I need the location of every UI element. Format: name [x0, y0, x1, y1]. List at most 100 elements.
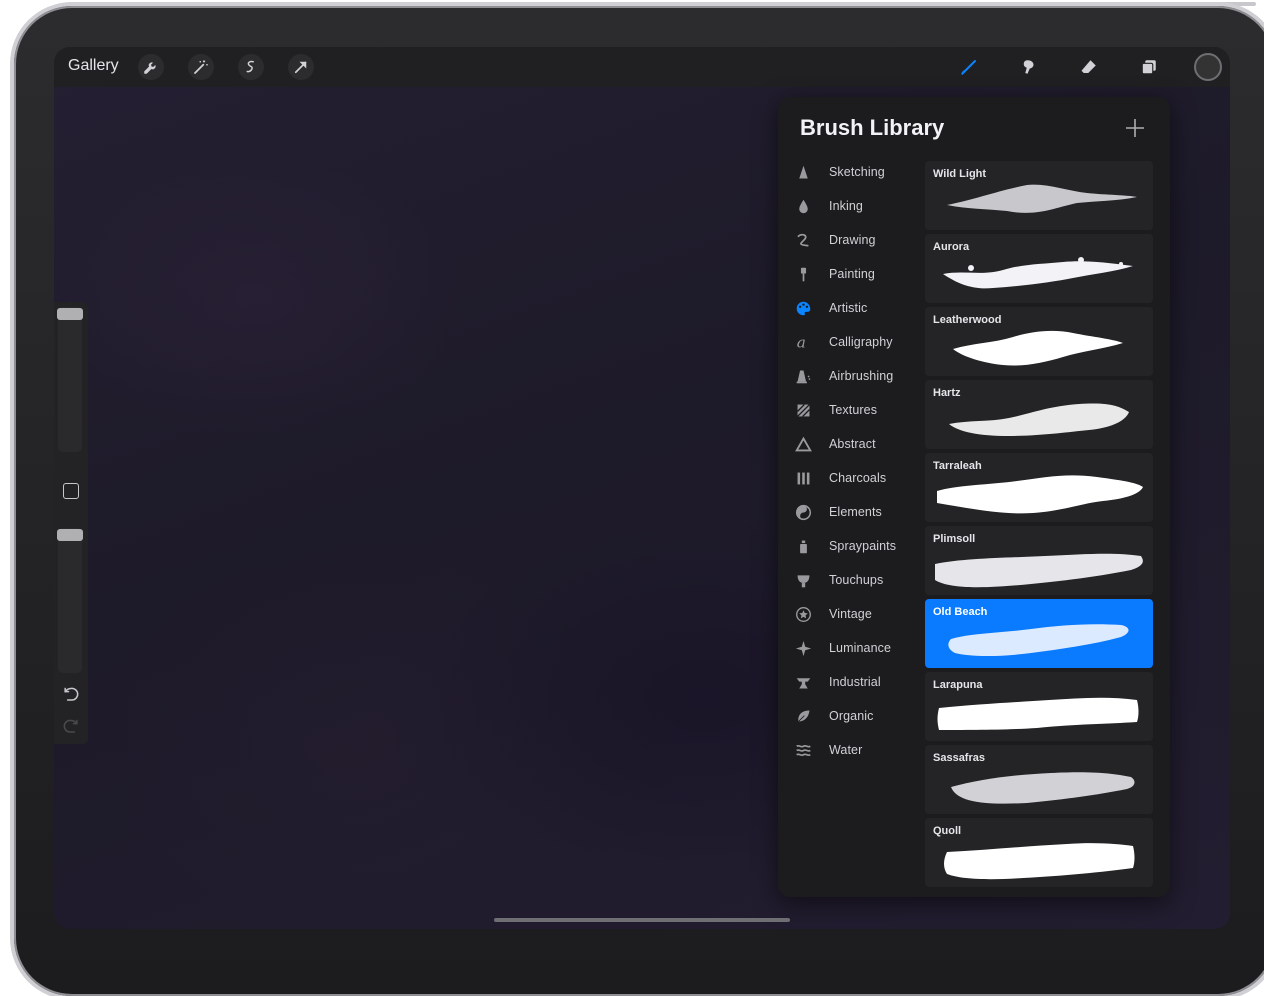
leaf-icon [794, 707, 812, 725]
brush-name: Old Beach [933, 606, 988, 618]
magic-wand-icon[interactable] [188, 54, 214, 80]
category-charcoals[interactable]: Charcoals [778, 463, 923, 493]
smudge-icon[interactable] [1016, 54, 1042, 80]
category-inking[interactable]: Inking [778, 191, 923, 221]
brush-stroke-preview [949, 403, 1129, 436]
add-brush-icon[interactable] [1124, 117, 1146, 139]
undo-icon[interactable] [61, 685, 81, 705]
category-elements[interactable]: Elements [778, 497, 923, 527]
gallery-button[interactable]: Gallery [68, 57, 119, 75]
brush-item-tarraleah[interactable]: Tarraleah [925, 453, 1153, 522]
modify-button[interactable] [63, 483, 79, 499]
pencil-tip-icon [794, 163, 812, 181]
squiggle-icon [794, 231, 812, 249]
brush-stroke-preview [943, 257, 1133, 289]
category-abstract[interactable]: Abstract [778, 429, 923, 459]
opacity-slider[interactable] [57, 528, 83, 673]
spray-can-icon [794, 537, 812, 555]
category-label: Artistic [829, 301, 868, 315]
brush-name: Tarraleah [933, 460, 982, 472]
category-label: Textures [829, 403, 878, 417]
anvil-icon [794, 673, 812, 691]
category-water[interactable]: Water [778, 735, 923, 765]
sparkle-icon [794, 639, 812, 657]
brush-item-sassafras[interactable]: Sassafras [925, 745, 1153, 814]
brush-item-hartz[interactable]: Hartz [925, 380, 1153, 449]
brush-stroke-preview [935, 553, 1143, 588]
category-drawing[interactable]: Drawing [778, 225, 923, 255]
yin-yang-icon [794, 503, 812, 521]
brush-name: Quoll [933, 825, 962, 837]
brush-stroke-preview [937, 697, 1139, 730]
category-label: Luminance [829, 641, 892, 655]
brush-stroke-preview [937, 475, 1143, 514]
left-sidebar [54, 302, 88, 744]
category-vintage[interactable]: Vintage [778, 599, 923, 629]
category-label: Inking [829, 199, 863, 213]
category-label: Vintage [829, 607, 872, 621]
brush-stroke-preview [944, 843, 1135, 880]
brush-library-panel: Brush Library Sketching Inking Drawing P… [778, 97, 1170, 897]
touchup-icon [794, 571, 812, 589]
brush-item-larapuna[interactable]: Larapuna [925, 672, 1153, 741]
category-label: Organic [829, 709, 874, 723]
ink-drop-icon [794, 197, 812, 215]
brush-name: Wild Light [933, 168, 987, 180]
brush-size-slider[interactable] [57, 307, 83, 452]
waves-icon [794, 741, 812, 759]
category-artistic[interactable]: Artistic [778, 293, 923, 323]
paintbrush-icon [794, 265, 812, 283]
brush-name: Hartz [933, 387, 961, 399]
brush-stroke-preview [947, 184, 1137, 213]
selection-icon[interactable] [238, 54, 264, 80]
brush-stroke-preview [948, 624, 1129, 656]
eraser-icon[interactable] [1076, 54, 1102, 80]
brush-item-old-beach[interactable]: Old Beach [925, 599, 1153, 668]
opacity-handle[interactable] [57, 529, 83, 541]
triangle-icon [794, 435, 812, 453]
brush-size-handle[interactable] [57, 308, 83, 320]
wrench-icon[interactable] [138, 54, 164, 80]
brush-name: Leatherwood [933, 314, 1002, 326]
category-label: Water [829, 743, 863, 757]
category-calligraphy[interactable]: a Calligraphy [778, 327, 923, 357]
category-label: Drawing [829, 233, 876, 247]
category-label: Elements [829, 505, 882, 519]
color-picker-swatch[interactable] [1194, 53, 1222, 81]
category-luminance[interactable]: Luminance [778, 633, 923, 663]
palette-icon [794, 299, 812, 317]
brush-item-plimsoll[interactable]: Plimsoll [925, 526, 1153, 595]
brush-name: Sassafras [933, 752, 985, 764]
category-textures[interactable]: Textures [778, 395, 923, 425]
canvas-screen[interactable]: Gallery Brush Library Sketching Inking D… [54, 47, 1230, 929]
category-airbrushing[interactable]: Airbrushing [778, 361, 923, 391]
brush-item-leatherwood[interactable]: Leatherwood [925, 307, 1153, 376]
redo-icon[interactable] [61, 717, 81, 737]
brush-item-aurora[interactable]: Aurora [925, 234, 1153, 303]
category-label: Abstract [829, 437, 876, 451]
category-spraypaints[interactable]: Spraypaints [778, 531, 923, 561]
brush-name: Larapuna [933, 679, 983, 691]
airbrush-icon [794, 367, 812, 385]
category-touchups[interactable]: Touchups [778, 565, 923, 595]
brush-item-wild-light[interactable]: Wild Light [925, 161, 1153, 230]
brush-stroke-preview [953, 330, 1123, 366]
brush-icon[interactable] [956, 54, 982, 80]
svg-text:a: a [796, 334, 805, 351]
calligraphy-a-icon: a [794, 333, 812, 351]
category-industrial[interactable]: Industrial [778, 667, 923, 697]
layers-icon[interactable] [1136, 54, 1162, 80]
brush-name: Aurora [933, 241, 970, 253]
category-label: Calligraphy [829, 335, 893, 349]
brush-item-quoll[interactable]: Quoll [925, 818, 1153, 887]
category-organic[interactable]: Organic [778, 701, 923, 731]
category-label: Painting [829, 267, 875, 281]
transform-arrow-icon[interactable] [288, 54, 314, 80]
category-painting[interactable]: Painting [778, 259, 923, 289]
brush-stroke-preview [951, 772, 1135, 804]
category-label: Industrial [829, 675, 881, 689]
category-label: Touchups [829, 573, 884, 587]
category-sketching[interactable]: Sketching [778, 157, 923, 187]
star-badge-icon [794, 605, 812, 623]
charcoal-bars-icon [794, 469, 812, 487]
